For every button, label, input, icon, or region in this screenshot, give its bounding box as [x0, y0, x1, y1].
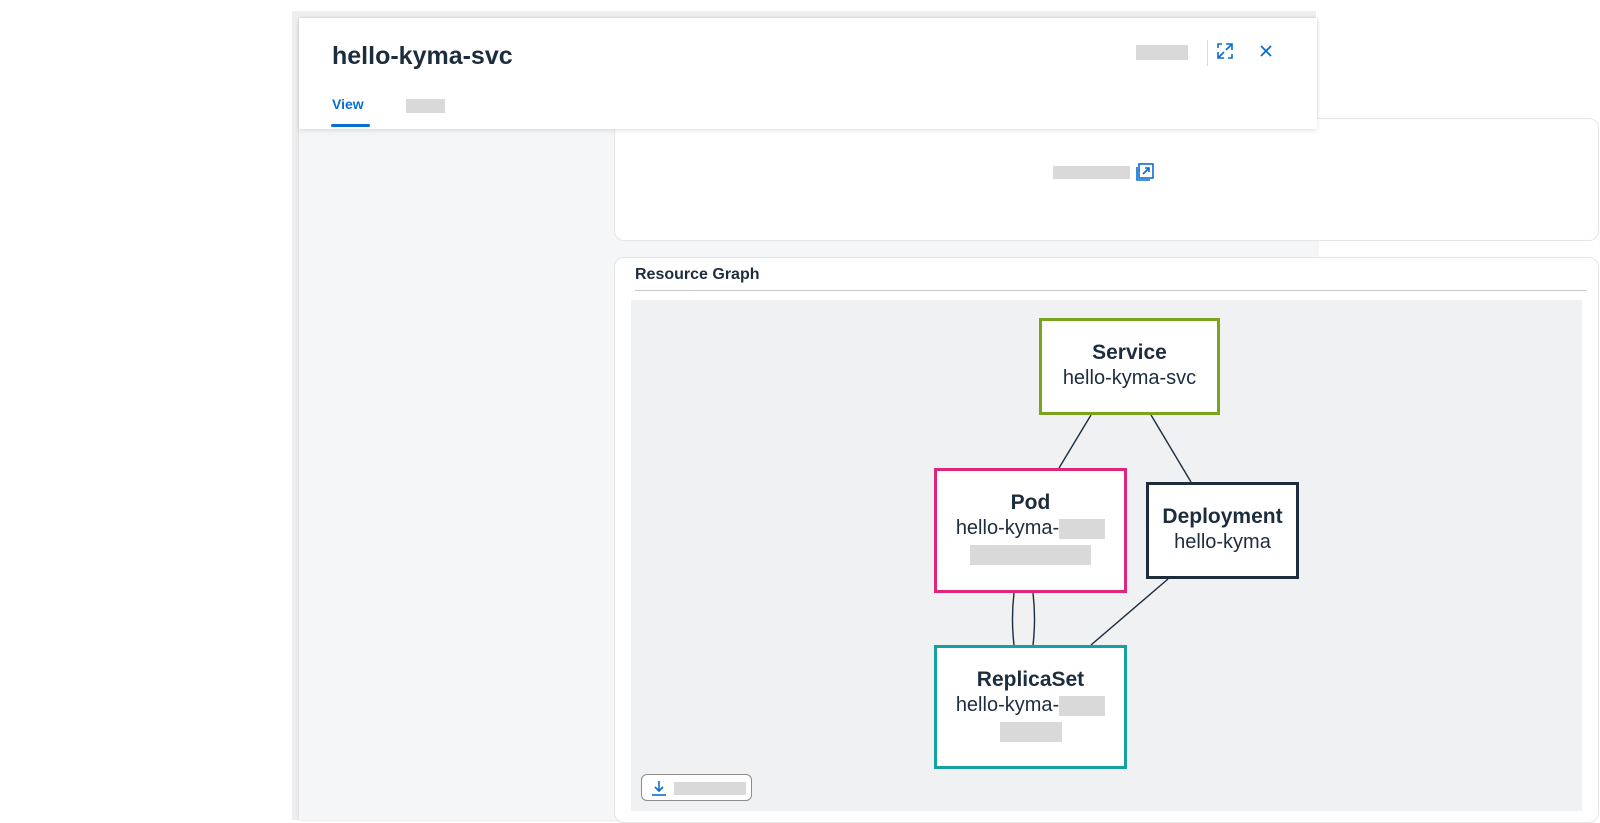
resource-graph-card: Resource Graph Service hello-kyma-svc Po…	[614, 257, 1599, 823]
tab-redacted[interactable]	[406, 99, 445, 113]
redacted-header-button[interactable]	[1136, 45, 1188, 60]
edge-service-deployment	[1150, 414, 1192, 483]
page-title: hello-kyma-svc	[332, 42, 513, 70]
resource-graph-canvas[interactable]: Service hello-kyma-svc Pod hello-kyma- D…	[631, 300, 1582, 811]
node-name-line: hello-kyma-	[937, 515, 1124, 541]
close-icon	[1259, 44, 1273, 63]
expand-button[interactable]	[1209, 37, 1241, 69]
dialog-header: hello-kyma-svc View	[299, 18, 1317, 129]
external-link-icon[interactable]	[1135, 162, 1155, 182]
edge-pod-replicaset-1	[1011, 592, 1015, 646]
redacted-button-label	[674, 782, 746, 795]
close-button[interactable]	[1250, 37, 1282, 69]
download-button[interactable]	[641, 774, 752, 801]
node-kind: Service	[1092, 341, 1167, 364]
node-name: hello-kyma-svc	[1062, 367, 1197, 389]
tab-active-indicator	[331, 124, 370, 127]
node-name: hello-kyma-	[955, 517, 1060, 539]
node-name-line-2	[937, 718, 1124, 744]
node-kind: ReplicaSet	[976, 668, 1085, 691]
node-kind: Pod	[1010, 491, 1051, 514]
details-card	[614, 118, 1599, 241]
redacted-text	[1059, 518, 1106, 539]
node-name: hello-kyma-	[955, 694, 1060, 716]
dialog: Resource Graph Service hello-kyma-svc Po…	[299, 18, 1599, 823]
node-name-line-2	[937, 541, 1124, 567]
graph-node-deployment[interactable]: Deployment hello-kyma	[1146, 482, 1299, 579]
node-name-line: hello-kyma-	[937, 692, 1124, 718]
redacted-link-text[interactable]	[1053, 166, 1130, 179]
edge-service-pod	[1058, 414, 1092, 469]
divider	[635, 290, 1586, 291]
edge-pod-replicaset-2	[1032, 592, 1036, 646]
redacted-text	[970, 544, 1091, 565]
header-separator	[1207, 40, 1208, 66]
graph-node-pod[interactable]: Pod hello-kyma-	[934, 468, 1127, 593]
tab-view[interactable]: View	[332, 96, 364, 112]
graph-node-service[interactable]: Service hello-kyma-svc	[1039, 318, 1220, 415]
node-name: hello-kyma	[1174, 531, 1271, 553]
graph-node-replicaset[interactable]: ReplicaSet hello-kyma-	[934, 645, 1127, 769]
redacted-text	[1059, 695, 1106, 716]
expand-icon	[1216, 42, 1234, 65]
redacted-text	[999, 721, 1062, 742]
resource-graph-title: Resource Graph	[635, 266, 760, 283]
node-kind: Deployment	[1162, 505, 1283, 528]
